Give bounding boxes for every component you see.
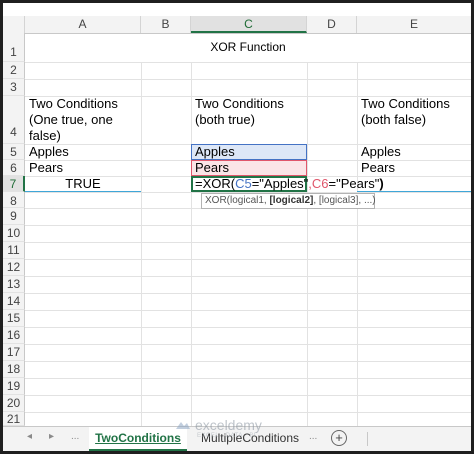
row-header[interactable]: 10 xyxy=(3,225,25,242)
formula-close: ) xyxy=(379,176,384,191)
plus-icon: + xyxy=(335,430,343,445)
cell-e6[interactable]: Pears xyxy=(361,160,395,176)
cell-e5[interactable]: Apples xyxy=(361,144,401,160)
formula-ref-c6: C6 xyxy=(311,176,329,191)
tab-divider xyxy=(367,432,368,446)
row-header[interactable]: 7 xyxy=(3,176,25,192)
row-header[interactable]: 16 xyxy=(3,327,25,344)
tooltip-rest: , [logical3], ...) xyxy=(313,195,376,206)
prev-sheet-icon[interactable]: ◂ xyxy=(27,431,32,442)
column-header-a[interactable]: A xyxy=(25,16,141,33)
select-all-corner[interactable] xyxy=(3,16,25,33)
spreadsheet-window: A B C D E 1 2 3 4 5 6 7 8 9 10 11 12 13 … xyxy=(3,3,471,451)
row-header[interactable]: 14 xyxy=(3,293,25,310)
sheet-tab-bar: ◂ ▸ ... TwoConditions MultipleConditions… xyxy=(3,426,471,451)
cell-a4[interactable]: Two Conditions (One true, one false) xyxy=(29,96,137,144)
formula-function: =XOR( xyxy=(195,176,236,191)
cell-c5[interactable]: Apples xyxy=(195,144,235,160)
formula-condition-1: ="Apples" xyxy=(251,176,309,191)
more-sheets-right[interactable]: ... xyxy=(309,431,317,442)
row-header[interactable]: 12 xyxy=(3,259,25,276)
row-header[interactable]: 8 xyxy=(3,192,25,208)
tab-multipleconditions[interactable]: MultipleConditions xyxy=(191,427,309,451)
column-header-b[interactable]: B xyxy=(141,16,191,33)
add-sheet-button[interactable]: + xyxy=(331,430,347,446)
cell-a6[interactable]: Pears xyxy=(29,160,63,176)
row-header[interactable]: 3 xyxy=(3,79,25,96)
row-header[interactable]: 2 xyxy=(3,62,25,79)
row-header[interactable]: 18 xyxy=(3,361,25,378)
row-header[interactable]: 1 xyxy=(3,33,25,62)
row-header[interactable]: 21 xyxy=(3,412,25,426)
more-sheets-left[interactable]: ... xyxy=(71,431,79,442)
row-header[interactable]: 13 xyxy=(3,276,25,293)
tab-twoconditions[interactable]: TwoConditions xyxy=(89,427,187,451)
column-header-c[interactable]: C xyxy=(191,16,307,33)
row-header[interactable]: 4 xyxy=(3,96,25,144)
row-header[interactable]: 15 xyxy=(3,310,25,327)
column-header-bar: A B C D E xyxy=(3,16,471,34)
sheet-title[interactable]: XOR Function xyxy=(25,33,471,62)
formula-in-cell[interactable]: =XOR(C5="Apples",C6="Pears") xyxy=(195,176,384,192)
cell-c4[interactable]: Two Conditions (both true) xyxy=(195,96,305,128)
tooltip-current-arg: [logical2] xyxy=(269,195,314,206)
next-sheet-icon[interactable]: ▸ xyxy=(49,431,54,442)
row-header[interactable]: 6 xyxy=(3,160,25,176)
row-header[interactable]: 17 xyxy=(3,344,25,361)
column-header-d[interactable]: D xyxy=(307,16,357,33)
row-header[interactable]: 19 xyxy=(3,378,25,395)
cell-c6[interactable]: Pears xyxy=(195,160,229,176)
cell-a5[interactable]: Apples xyxy=(29,144,69,160)
column-header-e[interactable]: E xyxy=(357,16,471,33)
cell-e4[interactable]: Two Conditions (both false) xyxy=(361,96,469,128)
formula-ref-c5: C5 xyxy=(235,176,252,191)
row-header[interactable]: 5 xyxy=(3,144,25,160)
tooltip-function: XOR(logical1, xyxy=(205,195,270,206)
row-header[interactable]: 9 xyxy=(3,208,25,225)
function-arguments-tooltip[interactable]: XOR(logical1, [logical2], [logical3], ..… xyxy=(201,193,376,209)
formula-condition-2: ="Pears" xyxy=(328,176,380,191)
cell-a7[interactable]: TRUE xyxy=(25,176,141,192)
row-header[interactable]: 20 xyxy=(3,395,25,412)
row-header[interactable]: 11 xyxy=(3,242,25,259)
top-partial-text xyxy=(243,3,333,11)
